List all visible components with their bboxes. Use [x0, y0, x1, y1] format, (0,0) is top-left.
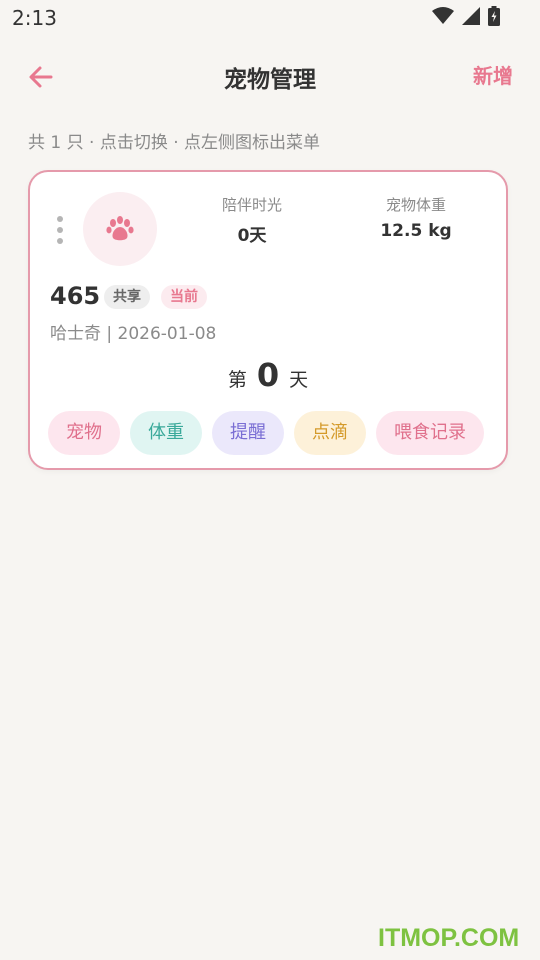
- pet-breed-date: 哈士奇 | 2026-01-08: [50, 324, 217, 344]
- paw-icon: [106, 216, 134, 241]
- pet-count-summary: 共 1 只 · 点击切换 · 点左侧图标出菜单: [28, 133, 321, 153]
- companion-time-stat: 陪伴时光 0天: [192, 194, 312, 246]
- action-chip-reminder[interactable]: 提醒: [212, 411, 284, 455]
- action-chip-pet[interactable]: 宠物: [48, 411, 120, 455]
- action-chip-feeding-log[interactable]: 喂食记录: [376, 411, 484, 455]
- app-bar: 宠物管理 新增: [0, 50, 540, 102]
- signal-icon: [462, 7, 480, 25]
- companion-time-label: 陪伴时光: [221, 196, 282, 214]
- shared-badge: 共享: [104, 285, 150, 309]
- current-badge: 当前: [161, 285, 207, 309]
- day-counter: 第0天: [30, 356, 506, 394]
- svg-text:ITMOP.COM: ITMOP.COM: [378, 924, 519, 952]
- add-pet-button[interactable]: 新增: [473, 60, 513, 89]
- weight-stat: 宠物体重 12.5 kg: [356, 194, 476, 241]
- page-title: 宠物管理: [224, 67, 316, 93]
- companion-time-value: 0天: [237, 226, 267, 246]
- wifi-icon: [432, 7, 454, 24]
- pet-avatar[interactable]: [83, 192, 157, 266]
- pet-name: 465: [50, 282, 101, 310]
- status-bar: 2:13: [0, 0, 540, 36]
- day-number: 0: [256, 356, 280, 394]
- weight-label: 宠物体重: [385, 196, 446, 214]
- battery-icon: [488, 6, 500, 26]
- status-icons: [432, 6, 500, 26]
- day-suffix: 天: [289, 369, 309, 391]
- watermark-logo: ITMOP.COM: [378, 924, 519, 952]
- weight-value: 12.5 kg: [380, 221, 452, 241]
- day-prefix: 第: [227, 369, 247, 391]
- status-time: 2:13: [12, 6, 57, 30]
- pet-card[interactable]: 陪伴时光 0天 宠物体重 12.5 kg 465 共享 当前 哈士奇 | 202…: [28, 170, 508, 470]
- action-chip-weight[interactable]: 体重: [130, 411, 202, 455]
- more-menu-icon[interactable]: [54, 216, 66, 244]
- action-chip-drip[interactable]: 点滴: [294, 411, 366, 455]
